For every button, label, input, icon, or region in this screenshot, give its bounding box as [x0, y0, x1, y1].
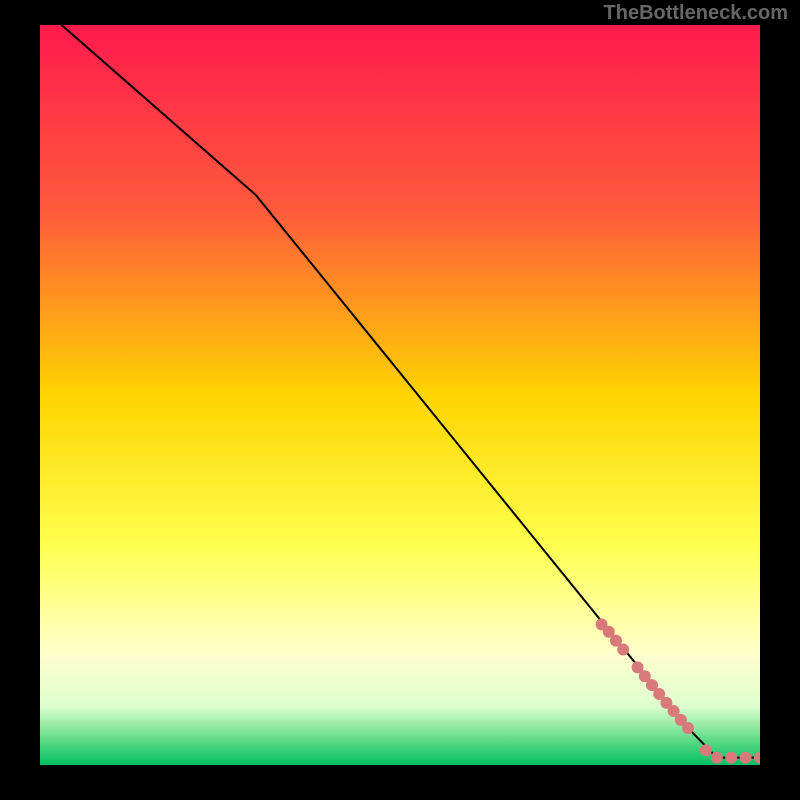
chart-plot-area — [40, 25, 760, 765]
chart-marker-layer — [40, 25, 760, 765]
chart-frame: TheBottleneck.com — [0, 0, 800, 800]
watermark-text: TheBottleneck.com — [604, 2, 788, 25]
